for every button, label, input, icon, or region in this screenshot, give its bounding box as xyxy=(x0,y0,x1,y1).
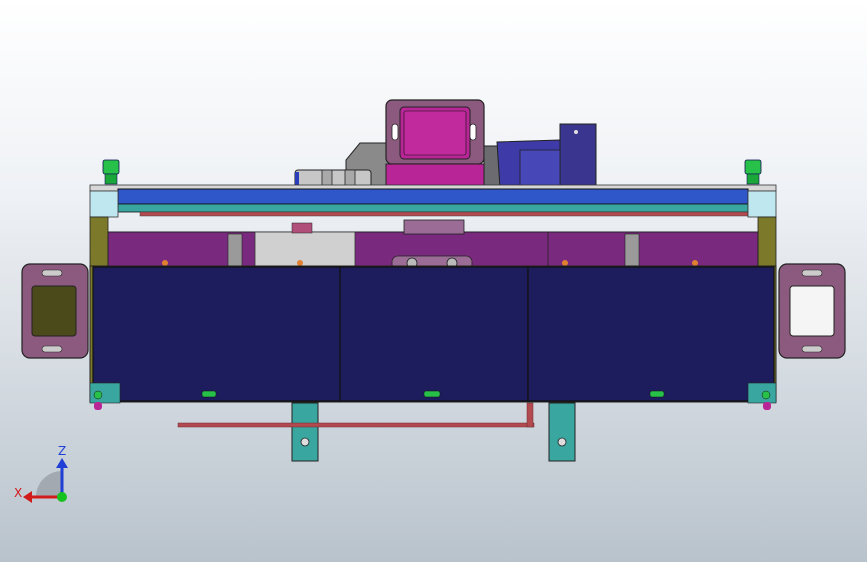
left-bracket[interactable] xyxy=(21,263,89,359)
bottom-legs[interactable] xyxy=(177,402,576,462)
y-axis-dot xyxy=(57,492,67,502)
cad-model-view[interactable]: Z X xyxy=(0,0,867,562)
x-axis-label: X xyxy=(14,486,22,500)
lower-panels[interactable] xyxy=(89,265,777,410)
right-bracket[interactable] xyxy=(778,263,846,359)
z-axis-label: Z xyxy=(58,444,66,458)
axis-triad: Z X xyxy=(14,444,68,503)
top-motor-assembly[interactable] xyxy=(294,99,597,191)
middle-carriage[interactable] xyxy=(107,219,759,271)
cad-viewport[interactable]: Z X xyxy=(0,0,867,562)
